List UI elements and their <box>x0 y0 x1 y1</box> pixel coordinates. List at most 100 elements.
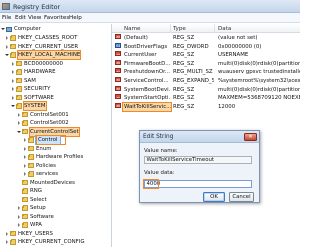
value-row[interactable]: (Default) REG_SZ (value not set) <box>112 34 300 43</box>
folder-icon <box>28 137 34 143</box>
value-row-selected[interactable]: WaitToKillServic... REG_SZ 12000 <box>112 101 300 113</box>
expand-arrow-icon[interactable] <box>17 130 21 134</box>
tree-node-hkey-local-machine[interactable]: HKEY_LOCAL_MACHINE <box>5 50 82 60</box>
value-row[interactable]: PreshutdownOr... REG_MULTI_SZ wuauserv g… <box>112 68 300 77</box>
folder-icon <box>22 188 28 194</box>
value-type: REG_SZ <box>173 52 195 59</box>
tree-node-system-software[interactable]: Software <box>17 213 54 221</box>
folder-icon <box>10 43 16 49</box>
value-row[interactable]: SystemStartOpti... REG_SZ MAXMEM=5368709… <box>112 94 300 103</box>
column-header-name[interactable]: Name <box>124 26 141 32</box>
collapse-arrow-icon[interactable] <box>23 146 27 151</box>
collapse-arrow-icon[interactable] <box>17 112 21 117</box>
tree-node-wpa[interactable]: WPA <box>17 221 42 229</box>
tree-node-hkey-current-user[interactable]: HKEY_CURRENT_USER <box>5 43 78 51</box>
folder-icon <box>16 77 22 83</box>
collapse-arrow-icon[interactable] <box>5 240 9 244</box>
tree-node-setup[interactable]: Setup <box>17 204 46 212</box>
tree-node-select[interactable]: Select <box>17 196 47 204</box>
column-header-type[interactable]: Type <box>173 26 186 32</box>
column-header-data[interactable]: Data <box>218 26 231 32</box>
value-data: multi(0)disk(0)rdisk(0)partition(1) <box>218 60 300 67</box>
value-row[interactable]: FirmwareBootD... REG_SZ multi(0)disk(0)r… <box>112 59 300 69</box>
menu-edit[interactable]: Edit <box>15 15 26 21</box>
collapse-arrow-icon[interactable] <box>5 231 9 236</box>
tree-node-policies[interactable]: Policies <box>23 162 56 170</box>
tree-node-system[interactable]: SYSTEM <box>11 101 47 111</box>
menu-file[interactable]: File <box>2 15 11 21</box>
collapse-arrow-icon[interactable] <box>5 36 9 40</box>
column-divider[interactable] <box>170 24 171 33</box>
string-value-icon <box>115 34 121 39</box>
tree-node-rng[interactable]: RNG <box>17 187 42 195</box>
folder-icon <box>16 94 22 100</box>
tree-node-services[interactable]: services <box>23 170 58 178</box>
tree-node-computer[interactable]: Computer <box>1 25 41 33</box>
tree-node-label: Control <box>35 135 61 145</box>
tree-node-hkey-users[interactable]: HKEY_USERS <box>5 230 53 238</box>
tree-node-mounteddevices[interactable]: MountedDevices <box>17 179 75 187</box>
collapse-arrow-icon[interactable] <box>23 163 27 168</box>
tree-node-sam[interactable]: SAM <box>11 77 36 85</box>
collapse-arrow-icon[interactable] <box>11 70 15 74</box>
folder-icon <box>22 213 28 219</box>
ok-button[interactable]: OK <box>203 192 225 202</box>
value-row[interactable]: BootDriverFlags REG_DWORD 0x00000000 (0) <box>112 42 300 52</box>
value-data: wuauserv gpsvc trustedinstaller <box>218 69 300 76</box>
value-name: CurrentUser <box>124 52 157 59</box>
value-name: BootDriverFlags <box>124 43 168 50</box>
collapse-arrow-icon[interactable] <box>5 44 9 49</box>
tree-node-hkey-classes-root[interactable]: HKEY_CLASSES_ROOT <box>5 34 77 42</box>
value-type: REG_MULTI_SZ <box>173 69 213 76</box>
close-icon[interactable]: ✕ <box>244 133 257 141</box>
menu-help[interactable]: Help <box>69 15 82 21</box>
collapse-arrow-icon[interactable] <box>11 87 15 91</box>
value-row[interactable]: SystemBootDevi... REG_SZ multi(0)disk(0)… <box>112 85 300 95</box>
value-row[interactable]: ServiceControl... REG_EXPAND_SZ %systemr… <box>112 77 300 86</box>
expand-arrow-icon[interactable] <box>5 53 9 57</box>
folder-icon <box>22 111 28 117</box>
collapse-arrow-icon[interactable] <box>23 138 27 142</box>
tree-node-security[interactable]: SECURITY <box>11 85 50 93</box>
value-name: PreshutdownOr... <box>124 69 170 76</box>
column-divider[interactable] <box>214 24 215 33</box>
string-value-icon <box>115 102 121 108</box>
collapse-arrow-icon[interactable] <box>17 214 21 219</box>
collapse-arrow-icon[interactable] <box>11 61 15 66</box>
tree-node-hardware[interactable]: HARDWARE <box>11 68 56 76</box>
tree-node-label: Hardware Profiles <box>36 154 84 160</box>
menu-favorites[interactable]: Favorites <box>44 15 69 21</box>
tree-node-controlset002[interactable]: ControlSet002 <box>17 119 69 127</box>
collapse-arrow-icon[interactable] <box>23 172 27 176</box>
value-data-input[interactable]: 4000 <box>144 180 252 188</box>
folder-icon <box>16 103 22 109</box>
dialog-title-bar[interactable]: Edit String ✕ <box>140 131 259 143</box>
tree-node-controlset001[interactable]: ControlSet001 <box>17 111 69 119</box>
tree-node-currentcontrolset[interactable]: CurrentControlSet <box>17 126 80 137</box>
folder-icon <box>10 230 16 236</box>
expand-arrow-icon[interactable] <box>1 27 5 31</box>
value-row[interactable]: CurrentUser REG_SZ USERNAME <box>112 51 300 60</box>
values-list[interactable]: Name Type Data (Default) REG_SZ (value n… <box>112 24 300 120</box>
tree-node-control[interactable]: Control <box>23 135 61 145</box>
tree-node-hardware-profiles[interactable]: Hardware Profiles <box>23 153 83 161</box>
string-value-icon <box>115 51 121 57</box>
cancel-button[interactable]: Cancel <box>229 192 254 202</box>
menu-view[interactable]: View <box>28 15 41 21</box>
collapse-arrow-icon[interactable] <box>17 121 21 125</box>
tree-node-bcd[interactable]: BCD00000000 <box>11 60 63 68</box>
expand-arrow-icon[interactable] <box>11 104 15 108</box>
collapse-arrow-icon[interactable] <box>11 95 15 100</box>
collapse-arrow-icon[interactable] <box>17 223 21 227</box>
menu-bar: File Edit View Favorites Help <box>0 13 300 23</box>
collapse-arrow-icon[interactable] <box>17 206 21 210</box>
collapse-arrow-icon[interactable] <box>23 155 27 159</box>
collapse-arrow-icon[interactable] <box>11 78 15 83</box>
value-data: 0x00000000 (0) <box>218 43 262 50</box>
tree-node-software[interactable]: SOFTWARE <box>11 94 54 102</box>
registry-tree[interactable]: Computer HKEY_CLASSES_ROOT HKEY_CURRENT_… <box>0 24 112 247</box>
tree-node-enum[interactable]: Enum <box>23 145 52 153</box>
value-data: %systemroot%\system32\scext.dll <box>218 78 300 84</box>
tree-node-hkey-current-config[interactable]: HKEY_CURRENT_CONFIG <box>5 238 85 246</box>
folder-icon <box>22 222 28 228</box>
